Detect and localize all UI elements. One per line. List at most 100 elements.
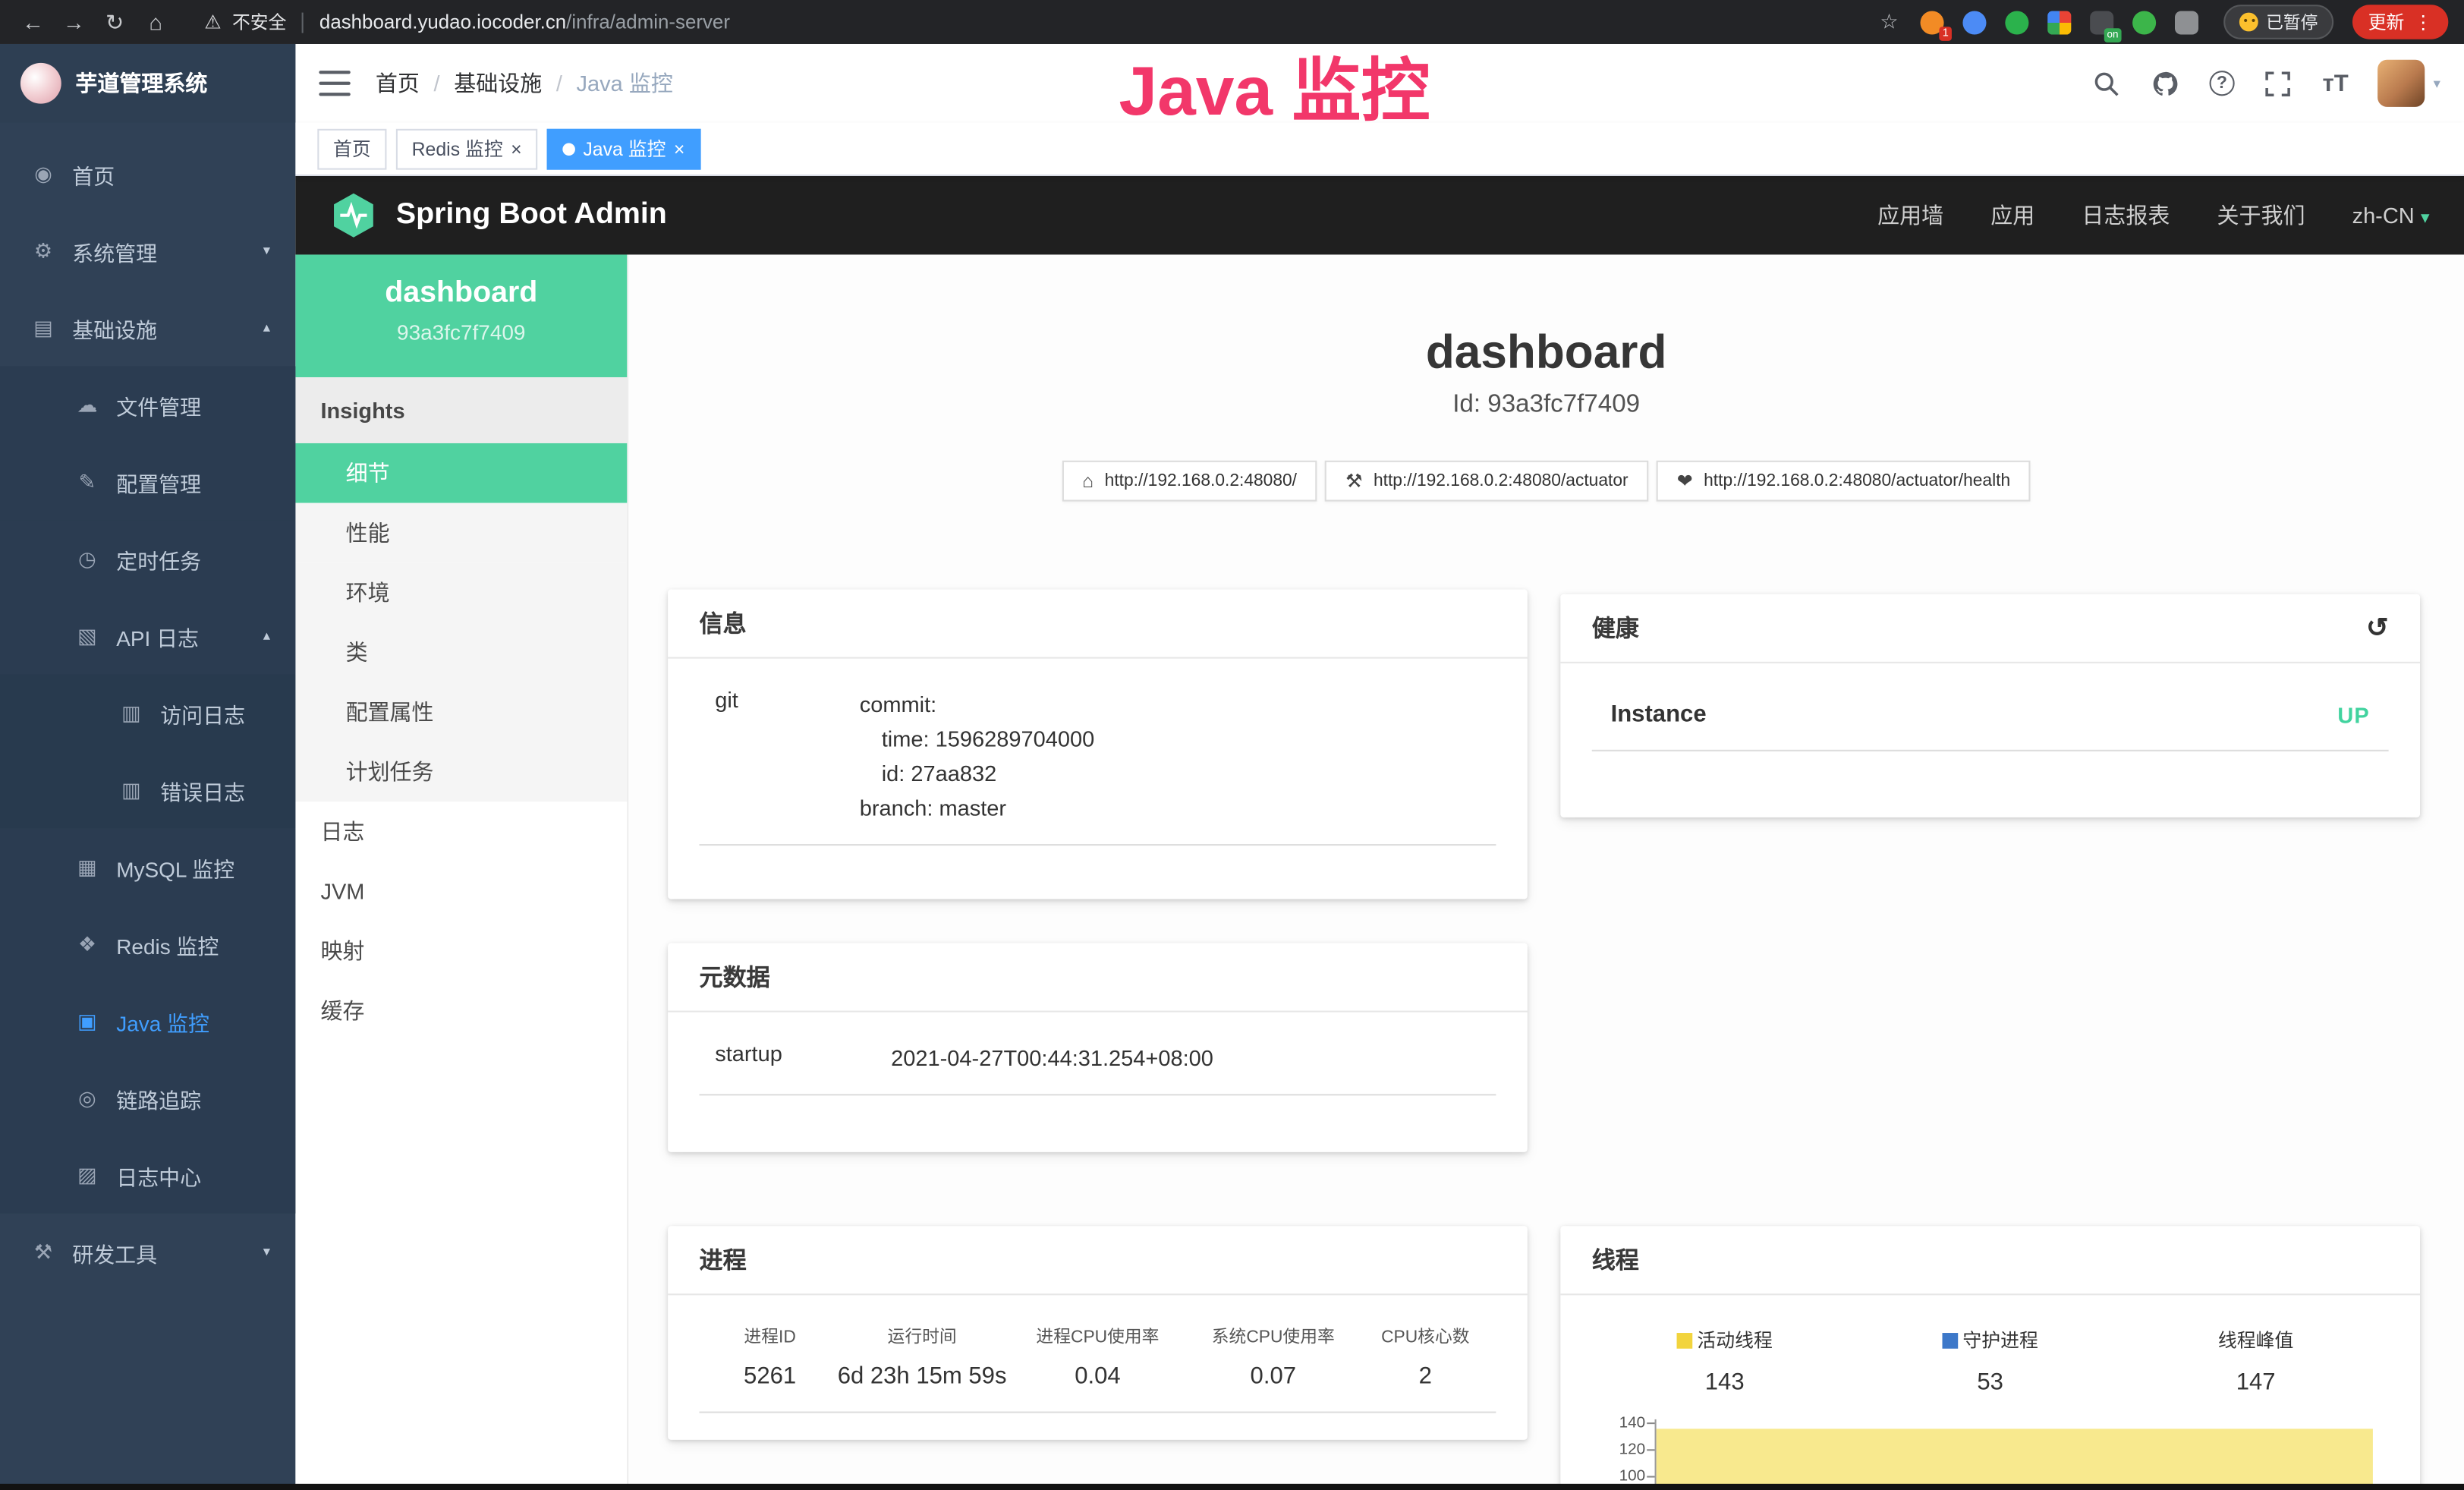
sidebar-item-access-logs[interactable]: ▥ 访问日志 [0,674,295,751]
sidebar-item-scheduled-jobs[interactable]: ◷ 定时任务 [0,520,295,597]
cell-value: 5261 [706,1362,835,1389]
sidebar-item-config-management[interactable]: ✎ 配置管理 [0,443,295,520]
breadcrumb-separator: / [434,71,440,96]
sidebar-item-label: Java 监控 [116,1005,209,1036]
sba-item-classes[interactable]: 类 [295,622,627,682]
sidebar-item-label: 配置管理 [116,466,201,497]
home-icon: ◉ [31,161,55,186]
header-actions: ? тT ▾ [2093,60,2440,107]
close-icon[interactable]: × [511,139,522,158]
sba-item-scheduled-tasks[interactable]: 计划任务 [295,742,627,802]
extension-badge: 1 [1940,26,1952,40]
sidebar-item-mysql-monitor[interactable]: ▦ MySQL 监控 [0,828,295,905]
sidebar-item-infrastructure[interactable]: ▤ 基础设施 ▴ [0,289,295,366]
sba-group-insights[interactable]: Insights [295,377,627,443]
sidebar-item-tracing[interactable]: ◎ 链路追踪 [0,1060,295,1136]
sba-brand-title[interactable]: Spring Boot Admin [396,198,667,233]
legend-label: 守护进程 [1962,1327,2038,1353]
address-url[interactable]: dashboard.yudao.iocoder.cn/infra/admin-s… [319,11,730,33]
sba-item-caches[interactable]: 缓存 [295,981,627,1041]
sba-body: dashboard 93a3fc7f7409 Insights 细节 性能 环境… [295,254,2464,1490]
sidebar-item-log-center[interactable]: ▨ 日志中心 [0,1136,295,1213]
sba-navbar: Spring Boot Admin 应用墙 应用 日志报表 关于我们 zh-CN… [295,176,2464,255]
sba-item-logs[interactable]: 日志 [295,802,627,862]
sba-nav-about[interactable]: 关于我们 [2217,200,2305,231]
service-url-button[interactable]: ⌂ http://192.168.0.2:48080/ [1062,461,1317,502]
profile-paused-chip[interactable]: 已暂停 [2223,5,2333,39]
legend-label: 活动线程 [1697,1327,1772,1353]
sidebar-item-label: 访问日志 [160,697,245,728]
sidebar-item-file-management[interactable]: ☁ 文件管理 [0,366,295,443]
extension-orange-icon[interactable]: 1 [1921,10,1944,33]
reload-icon[interactable]: ↻ [97,8,132,35]
health-url-button[interactable]: ❤ http://192.168.0.2:48080/actuator/heal… [1657,461,2031,502]
user-menu[interactable]: ▾ [2378,60,2440,107]
breadcrumb-section[interactable]: 基础设施 [454,68,542,99]
sba-item-metrics[interactable]: 性能 [295,503,627,563]
browser-update-button[interactable]: 更新 ⋮ [2352,5,2448,39]
sba-nav-journal[interactable]: 日志报表 [2082,200,2170,231]
git-time-line: time: 1596289704000 [860,721,1481,756]
language-value: zh-CN [2352,203,2415,228]
app-brand[interactable]: 芋道管理系统 [0,44,295,123]
sidebar-item-system-management[interactable]: ⚙ 系统管理 ▾ [0,213,295,289]
history-icon[interactable]: ↺ [2366,613,2389,644]
extension-drop-icon[interactable] [1962,10,1986,33]
extension-grid-icon[interactable] [2047,10,2071,33]
help-icon[interactable]: ? [2209,71,2234,96]
metadata-card: 元数据 startup 2021-04-27T00:44:31.254+08:0… [668,943,1528,1151]
java-monitor-icon: ▣ [75,1008,99,1033]
breadcrumb-home[interactable]: 首页 [376,68,420,99]
column-header: 进程ID [706,1324,835,1349]
back-icon[interactable]: ← [16,9,51,34]
sba-item-details[interactable]: 细节 [295,443,627,503]
cell-value: 0.07 [1185,1362,1361,1389]
chart-area-fill [1657,1429,2373,1490]
tab-java-monitor[interactable]: Java 监控 × [547,128,700,169]
sba-item-environment[interactable]: 环境 [295,562,627,622]
sidebar-item-api-logs[interactable]: ▧ API 日志 ▴ [0,597,295,674]
close-icon[interactable]: × [674,139,685,158]
sidebar-item-home[interactable]: ◉ 首页 [0,135,295,212]
forward-icon[interactable]: → [57,9,92,34]
extension-leaf-icon[interactable] [2132,10,2156,33]
heart-icon: ❤ [1677,470,1693,492]
extension-proxy-icon[interactable]: on [2090,10,2113,33]
tab-redis-monitor[interactable]: Redis 监控 × [396,128,537,169]
bookmark-star-icon[interactable]: ☆ [1880,9,1898,34]
tab-label: Java 监控 [583,135,666,162]
sidebar-item-redis-monitor[interactable]: ❖ Redis 监控 [0,906,295,982]
sidebar-item-label: 系统管理 [72,235,157,266]
actuator-url-button[interactable]: ⚒ http://192.168.0.2:48080/actuator [1325,461,1648,502]
sidebar-item-label: MySQL 监控 [116,851,234,882]
sidebar-item-error-logs[interactable]: ▥ 错误日志 [0,751,295,828]
metadata-value: 2021-04-27T00:44:31.254+08:00 [891,1041,1481,1076]
extension-green-icon[interactable] [2005,10,2028,33]
github-icon[interactable] [2151,69,2179,97]
sidebar-item-java-monitor[interactable]: ▣ Java 监控 [0,982,295,1059]
fullscreen-icon[interactable] [2264,69,2292,97]
sba-item-config-props[interactable]: 配置属性 [295,682,627,742]
instance-name: dashboard [295,276,627,311]
sba-item-mappings[interactable]: 映射 [295,921,627,981]
active-dot [562,142,575,155]
font-size-icon[interactable]: тT [2323,70,2349,96]
paused-label: 已暂停 [2266,9,2318,34]
sba-nav-applications[interactable]: 应用 [1990,200,2034,231]
sba-nav-wallboard[interactable]: 应用墙 [1877,200,1943,231]
sba-language-select[interactable]: zh-CN▾ [2352,203,2430,228]
health-instance-row[interactable]: Instance UP [1592,688,2389,751]
sba-item-jvm[interactable]: JVM [295,862,627,921]
tab-home[interactable]: 首页 [317,128,386,169]
sba-instance-header[interactable]: dashboard 93a3fc7f7409 [295,254,627,377]
search-icon[interactable] [2093,69,2121,97]
browser-home-icon[interactable]: ⌂ [138,9,173,34]
extensions-puzzle-icon[interactable] [2175,10,2198,33]
chevron-down-icon: ▾ [263,242,270,260]
browser-menu-icon[interactable]: ⋮ [2414,11,2433,33]
column-header: 进程CPU使用率 [1010,1324,1185,1349]
hamburger-icon[interactable] [319,71,350,96]
sidebar-item-dev-tools[interactable]: ⚒ 研发工具 ▾ [0,1214,295,1290]
site-security-chip[interactable]: ⚠ 不安全 dashboard.yudao.iocoder.cn/infra/a… [204,9,730,34]
security-separator [302,12,304,33]
